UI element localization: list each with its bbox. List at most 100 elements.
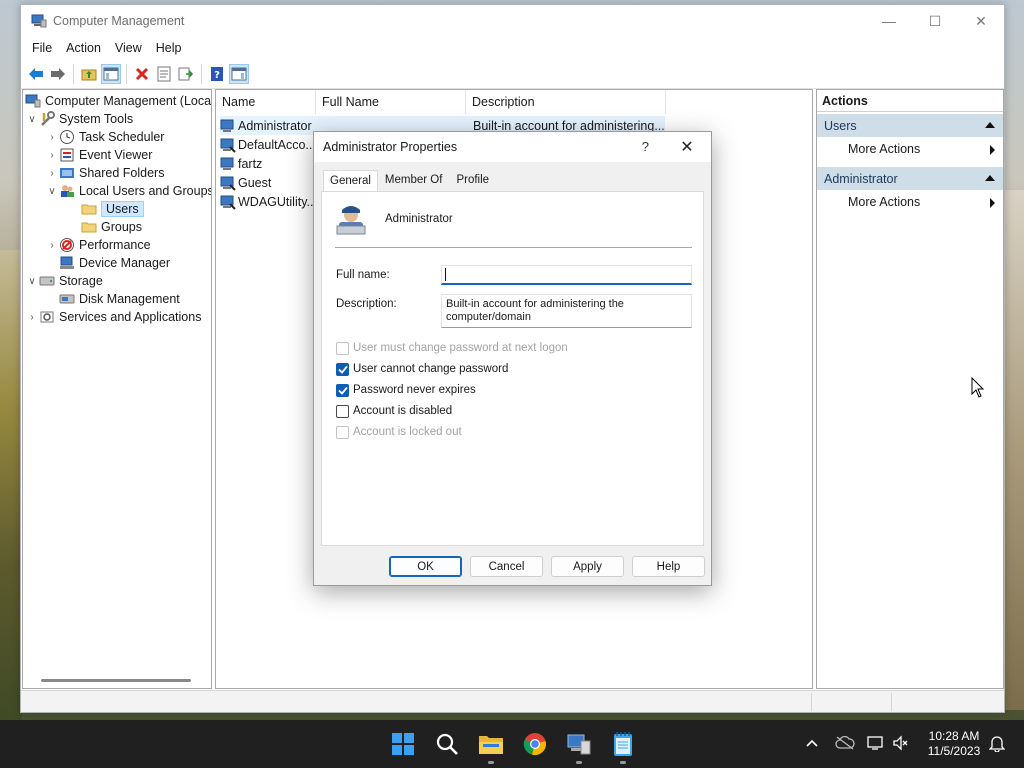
tree-item-storage[interactable]: ∨ Storage — [25, 272, 102, 290]
tree-label: Event Viewer — [79, 148, 153, 162]
up-folder-icon[interactable] — [79, 64, 99, 84]
maximize-button[interactable]: ☐ — [912, 5, 958, 37]
collapse-icon[interactable] — [985, 175, 995, 181]
tree-label: System Tools — [59, 112, 134, 126]
folder-icon — [81, 204, 97, 215]
chevron-down-icon[interactable]: ∨ — [25, 114, 39, 125]
chevron-right-icon[interactable]: › — [45, 168, 59, 179]
computer-management-icon[interactable] — [565, 730, 593, 764]
tab-general[interactable]: General — [323, 170, 378, 192]
tree-item-root[interactable]: Computer Management (Local — [25, 92, 212, 110]
chevron-right-icon[interactable]: › — [45, 150, 59, 161]
tree-item-users[interactable]: Users — [81, 200, 144, 218]
running-indicator — [576, 761, 582, 764]
status-bar — [21, 690, 1004, 712]
checkbox-cannot-change-password[interactable]: User cannot change password — [336, 361, 508, 377]
column-full-name[interactable]: Full Name — [316, 90, 466, 114]
actions-section-administrator[interactable]: Administrator — [817, 167, 1003, 190]
start-icon[interactable] — [389, 730, 417, 758]
tree-item-services-apps[interactable]: › Services and Applications — [25, 308, 201, 326]
checkbox-label: Account is disabled — [353, 405, 453, 417]
cancel-button[interactable]: Cancel — [470, 556, 543, 577]
console-tree: Computer Management (Local ∨ System Tool… — [22, 89, 212, 689]
checkbox-password-never-expires[interactable]: Password never expires — [336, 382, 476, 398]
volume-muted-icon[interactable] — [891, 733, 911, 753]
show-hide-action-pane-icon[interactable] — [229, 63, 249, 84]
actions-section-users[interactable]: Users — [817, 114, 1003, 137]
clock[interactable]: 10:28 AM 11/5/2023 — [921, 729, 987, 759]
checkbox-box[interactable] — [336, 404, 349, 418]
svg-text:?: ? — [214, 70, 220, 81]
help-question-icon[interactable]: ? — [642, 139, 649, 154]
menu-help[interactable]: Help — [149, 41, 189, 55]
tab-profile[interactable]: Profile — [449, 170, 496, 190]
tree-item-groups[interactable]: Groups — [81, 218, 142, 236]
export-list-icon[interactable] — [176, 64, 196, 84]
tree-item-system-tools[interactable]: ∨ System Tools — [25, 110, 133, 128]
column-description[interactable]: Description — [466, 90, 666, 114]
tree-item-device-manager[interactable]: Device Manager — [59, 254, 170, 272]
chevron-right-icon[interactable]: › — [45, 132, 59, 143]
menu-view[interactable]: View — [108, 41, 149, 55]
ok-button[interactable]: OK — [389, 556, 462, 577]
storage-icon — [39, 276, 55, 286]
horizontal-scrollbar[interactable] — [41, 679, 191, 682]
minimize-button[interactable]: — — [866, 5, 912, 37]
more-actions-administrator[interactable]: More Actions — [817, 190, 1003, 214]
list-item[interactable]: fartz — [220, 154, 262, 173]
tab-member-of[interactable]: Member Of — [378, 170, 450, 190]
tree-item-local-users-groups[interactable]: ∨ Local Users and Groups — [45, 182, 211, 200]
file-explorer-icon[interactable] — [477, 730, 505, 764]
tree-item-task-scheduler[interactable]: › Task Scheduler — [45, 128, 164, 146]
checkbox-checked[interactable] — [336, 383, 349, 397]
dialog-close-icon[interactable]: ✕ — [673, 136, 701, 158]
delete-icon[interactable] — [132, 64, 152, 84]
close-button[interactable]: ✕ — [958, 5, 1004, 37]
notepad-icon[interactable] — [609, 730, 637, 764]
back-arrow-icon[interactable] — [26, 64, 46, 84]
menu-file[interactable]: File — [25, 41, 59, 55]
fullname-field[interactable] — [441, 265, 692, 285]
tree-item-event-viewer[interactable]: › Event Viewer — [45, 146, 152, 164]
column-name[interactable]: Name — [216, 90, 316, 114]
show-hidden-icons-chevron-icon[interactable] — [802, 733, 822, 753]
notification-bell-icon[interactable] — [987, 733, 1007, 753]
section-label: Users — [824, 118, 857, 133]
search-icon[interactable] — [433, 730, 461, 758]
help-icon[interactable]: ? — [207, 64, 227, 84]
chevron-right-icon[interactable]: › — [45, 240, 59, 251]
user-name: DefaultAcco... — [238, 137, 316, 152]
description-field[interactable]: Built-in account for administering the c… — [441, 294, 692, 328]
tree-item-performance[interactable]: › Performance — [45, 236, 151, 254]
more-actions-users[interactable]: More Actions — [817, 137, 1003, 161]
menu-action[interactable]: Action — [59, 41, 108, 55]
user-name: fartz — [238, 156, 263, 171]
apply-button[interactable]: Apply — [551, 556, 624, 577]
show-hide-tree-icon[interactable] — [101, 63, 121, 84]
checkbox-account-locked-out: Account is locked out — [336, 424, 462, 440]
services-icon — [40, 311, 54, 323]
properties-icon[interactable] — [154, 64, 174, 84]
list-item[interactable]: Guest — [220, 173, 271, 192]
checkbox-account-disabled[interactable]: Account is disabled — [336, 403, 452, 419]
chevron-down-icon[interactable]: ∨ — [25, 276, 39, 287]
cloud-offline-icon[interactable] — [835, 733, 855, 753]
close-icon: ✕ — [975, 12, 987, 29]
chrome-icon[interactable] — [521, 730, 549, 758]
network-icon[interactable] — [866, 733, 886, 753]
tree-label: Task Scheduler — [79, 130, 165, 144]
tree-item-shared-folders[interactable]: › Shared Folders — [45, 164, 164, 182]
dialog-title: Administrator Properties — [323, 140, 458, 154]
list-item[interactable]: WDAGUtility... — [220, 192, 317, 211]
chevron-right-icon[interactable]: › — [25, 312, 39, 323]
tree-label: Computer Management (Local — [45, 94, 212, 108]
collapse-icon[interactable] — [985, 122, 995, 128]
chevron-down-icon[interactable]: ∨ — [45, 186, 59, 197]
forward-arrow-icon[interactable] — [48, 64, 68, 84]
help-button[interactable]: Help — [632, 556, 705, 577]
title-bar[interactable]: Computer Management — ☐ ✕ — [21, 5, 1004, 37]
list-item[interactable]: DefaultAcco... — [220, 135, 316, 154]
tree-item-disk-management[interactable]: Disk Management — [59, 290, 180, 308]
checkbox-checked[interactable] — [336, 362, 349, 376]
dialog-title-bar[interactable]: Administrator Properties ? ✕ — [314, 132, 711, 162]
